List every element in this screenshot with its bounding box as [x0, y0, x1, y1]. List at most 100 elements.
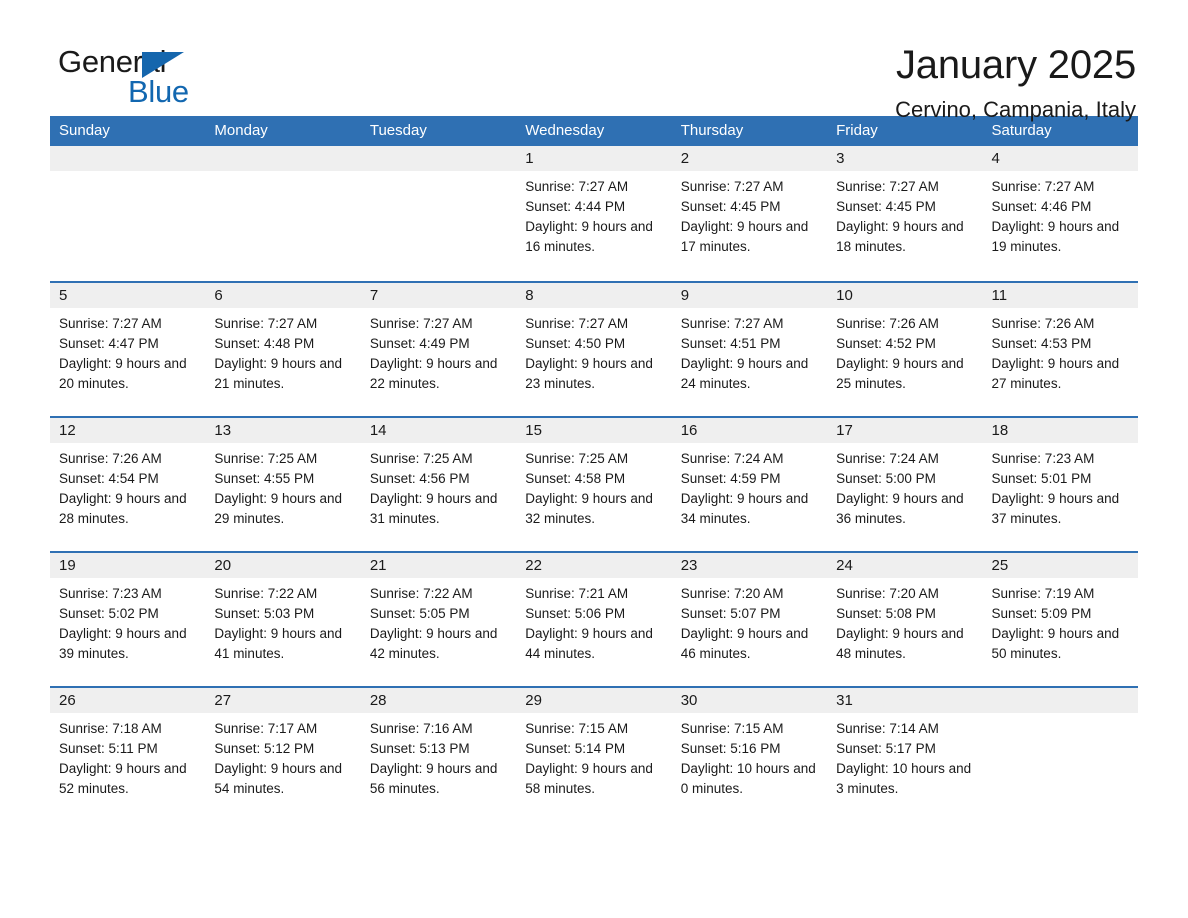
day-cell[interactable]: 14 Sunrise: 7:25 AM Sunset: 4:56 PM Dayligh…: [360, 418, 517, 551]
day-cell[interactable]: 17 Sunrise: 7:24 AM Sunset: 5:00 PM Dayligh…: [827, 418, 983, 551]
day-number: 3: [836, 150, 845, 167]
day-number: 16: [680, 422, 698, 439]
day-number: 29: [525, 692, 542, 709]
daylight-text: Daylight: 9 hours and 31 minutes.: [369, 491, 498, 526]
day-cell[interactable]: 21 Sunrise: 7:22 AM Sunset: 5:05 PM Dayligh…: [360, 553, 517, 686]
day-number: 10: [836, 287, 853, 304]
day-cell[interactable]: 9 Sunrise: 7:27 AM Sunset: 4:51 PM Daylight…: [671, 283, 828, 416]
day-number-band: 26: [50, 688, 206, 713]
sunset-text: Sunset: 4:47 PM: [59, 336, 159, 351]
sunrise-text: Sunrise: 7:18 AM: [59, 721, 162, 736]
sunrise-text: Sunrise: 7:27 AM: [59, 316, 162, 331]
sunrise-text: Sunrise: 7:27 AM: [836, 179, 939, 194]
day-cell[interactable]: 13 Sunrise: 7:25 AM Sunset: 4:55 PM Dayligh…: [205, 418, 361, 551]
day-details: Sunrise: 7:27 AM Sunset: 4:51 PM Daylight:…: [672, 308, 827, 394]
day-cell[interactable]: 29 Sunrise: 7:15 AM Sunset: 5:14 PM Dayligh…: [516, 688, 672, 821]
day-number-band: 31: [827, 688, 983, 713]
day-details: Sunrise: 7:27 AM Sunset: 4:50 PM Daylight:…: [516, 308, 671, 394]
sunrise-text: Sunrise: 7:26 AM: [991, 316, 1095, 331]
day-cell[interactable]: 2 Sunrise: 7:27 AM Sunset: 4:45 PM Daylight…: [671, 146, 828, 281]
sunset-text: Sunset: 5:08 PM: [836, 606, 936, 621]
daylight-text: Daylight: 9 hours and 36 minutes.: [836, 491, 964, 526]
sunrise-text: Sunrise: 7:27 AM: [680, 179, 784, 194]
day-cell-empty: [982, 688, 1138, 821]
day-number: 21: [369, 557, 387, 574]
day-number: 20: [214, 557, 232, 574]
day-cell[interactable]: 23 Sunrise: 7:20 AM Sunset: 5:07 PM Dayligh…: [671, 553, 828, 686]
day-details: Sunrise: 7:26 AM Sunset: 4:52 PM Daylight:…: [827, 308, 982, 394]
day-cell[interactable]: 4 Sunrise: 7:27 AM Sunset: 4:46 PM Daylight…: [982, 146, 1138, 281]
day-cell[interactable]: 25 Sunrise: 7:19 AM Sunset: 5:09 PM Dayligh…: [982, 553, 1138, 686]
day-details: Sunrise: 7:27 AM Sunset: 4:47 PM Daylight:…: [50, 308, 205, 394]
day-number-band: [982, 688, 1138, 713]
day-cell[interactable]: 11 Sunrise: 7:26 AM Sunset: 4:53 PM Dayligh…: [982, 283, 1138, 416]
day-cell[interactable]: 26 Sunrise: 7:18 AM Sunset: 5:11 PM Dayligh…: [50, 688, 206, 821]
daylight-text: Daylight: 9 hours and 28 minutes.: [59, 491, 187, 526]
day-number: 23: [680, 557, 698, 574]
day-cell-empty: [50, 146, 206, 281]
day-cell[interactable]: 6 Sunrise: 7:27 AM Sunset: 4:48 PM Daylight…: [205, 283, 361, 416]
daylight-text: Daylight: 10 hours and 3 minutes.: [836, 761, 972, 796]
sunset-text: Sunset: 5:05 PM: [369, 606, 470, 621]
day-number-band: 13: [205, 418, 361, 443]
daylight-text: Daylight: 9 hours and 48 minutes.: [836, 626, 964, 661]
daylight-text: Daylight: 9 hours and 46 minutes.: [680, 626, 809, 661]
sunset-text: Sunset: 5:14 PM: [525, 741, 626, 756]
sunrise-text: Sunrise: 7:15 AM: [525, 721, 629, 736]
day-cell[interactable]: 24 Sunrise: 7:20 AM Sunset: 5:08 PM Dayligh…: [827, 553, 983, 686]
sunrise-text: Sunrise: 7:15 AM: [680, 721, 784, 736]
daylight-text: Daylight: 9 hours and 20 minutes.: [59, 356, 187, 391]
day-cell[interactable]: 16 Sunrise: 7:24 AM Sunset: 4:59 PM Dayligh…: [671, 418, 828, 551]
day-number: 2: [680, 150, 690, 167]
day-cell[interactable]: 27 Sunrise: 7:17 AM Sunset: 5:12 PM Dayligh…: [205, 688, 361, 821]
day-number-band: 22: [516, 553, 672, 578]
sunset-text: Sunset: 4:54 PM: [59, 471, 159, 486]
day-number-band: 2: [671, 146, 828, 171]
day-details: Sunrise: 7:20 AM Sunset: 5:07 PM Daylight:…: [672, 578, 827, 664]
daylight-text: Daylight: 9 hours and 23 minutes.: [525, 356, 653, 391]
day-cell[interactable]: 12 Sunrise: 7:26 AM Sunset: 4:54 PM Dayligh…: [50, 418, 206, 551]
sunset-text: Sunset: 4:49 PM: [369, 336, 470, 351]
day-number-band: 10: [827, 283, 983, 308]
day-cell[interactable]: 19 Sunrise: 7:23 AM Sunset: 5:02 PM Dayligh…: [50, 553, 206, 686]
day-cell[interactable]: 18 Sunrise: 7:23 AM Sunset: 5:01 PM Dayligh…: [982, 418, 1138, 551]
calendar-week-row: 5 Sunrise: 7:27 AM Sunset: 4:47 PM Daylight…: [50, 281, 1138, 416]
sunrise-text: Sunrise: 7:27 AM: [991, 179, 1095, 194]
day-details: Sunrise: 7:21 AM Sunset: 5:06 PM Daylight:…: [516, 578, 671, 664]
day-cell[interactable]: 20 Sunrise: 7:22 AM Sunset: 5:03 PM Dayligh…: [205, 553, 361, 686]
sunrise-text: Sunrise: 7:14 AM: [836, 721, 939, 736]
day-cell-empty: [205, 146, 361, 281]
day-number: 14: [369, 422, 387, 439]
day-number-band: 15: [516, 418, 672, 443]
day-cell[interactable]: 28 Sunrise: 7:16 AM Sunset: 5:13 PM Dayligh…: [360, 688, 517, 821]
day-cell[interactable]: 5 Sunrise: 7:27 AM Sunset: 4:47 PM Daylight…: [50, 283, 206, 416]
day-cell[interactable]: 3 Sunrise: 7:27 AM Sunset: 4:45 PM Daylight…: [827, 146, 983, 281]
day-cell[interactable]: 1 Sunrise: 7:27 AM Sunset: 4:44 PM Daylight…: [516, 146, 672, 281]
day-cell[interactable]: 22 Sunrise: 7:21 AM Sunset: 5:06 PM Dayligh…: [516, 553, 672, 686]
daylight-text: Daylight: 10 hours and 0 minutes.: [680, 761, 816, 796]
day-number: 12: [59, 422, 76, 439]
daylight-text: Daylight: 9 hours and 37 minutes.: [991, 491, 1120, 526]
day-details: Sunrise: 7:25 AM Sunset: 4:56 PM Daylight:…: [361, 443, 516, 529]
day-details: Sunrise: 7:25 AM Sunset: 4:55 PM Daylight:…: [205, 443, 360, 529]
day-cell[interactable]: 7 Sunrise: 7:27 AM Sunset: 4:49 PM Daylight…: [360, 283, 517, 416]
day-number: 5: [59, 287, 68, 304]
day-number: 25: [991, 557, 1009, 574]
sunset-text: Sunset: 4:46 PM: [991, 199, 1092, 214]
calendar-week-row: 1 Sunrise: 7:27 AM Sunset: 4:44 PM Daylight…: [50, 146, 1138, 281]
general-blue-logo: General Blue: [50, 44, 210, 118]
title-block: January 2025 Cervino, Campania, Italy: [895, 44, 1138, 123]
day-cell[interactable]: 8 Sunrise: 7:27 AM Sunset: 4:50 PM Daylight…: [516, 283, 672, 416]
day-number-band: 7: [360, 283, 517, 308]
day-cell[interactable]: 10 Sunrise: 7:26 AM Sunset: 4:52 PM Dayligh…: [827, 283, 983, 416]
logo-text-blue: Blue: [128, 74, 189, 109]
day-cell[interactable]: 31 Sunrise: 7:14 AM Sunset: 5:17 PM Dayligh…: [827, 688, 983, 821]
day-details: Sunrise: 7:20 AM Sunset: 5:08 PM Daylight:…: [827, 578, 982, 664]
day-cell[interactable]: 15 Sunrise: 7:25 AM Sunset: 4:58 PM Dayligh…: [516, 418, 672, 551]
weekday-header-sunday: Sunday: [59, 122, 110, 139]
day-cell[interactable]: 30 Sunrise: 7:15 AM Sunset: 5:16 PM Dayligh…: [671, 688, 828, 821]
day-details: Sunrise: 7:27 AM Sunset: 4:45 PM Daylight:…: [672, 171, 827, 257]
day-number-band: 5: [50, 283, 206, 308]
sunset-text: Sunset: 4:44 PM: [525, 199, 626, 214]
sunset-text: Sunset: 5:03 PM: [214, 606, 315, 621]
